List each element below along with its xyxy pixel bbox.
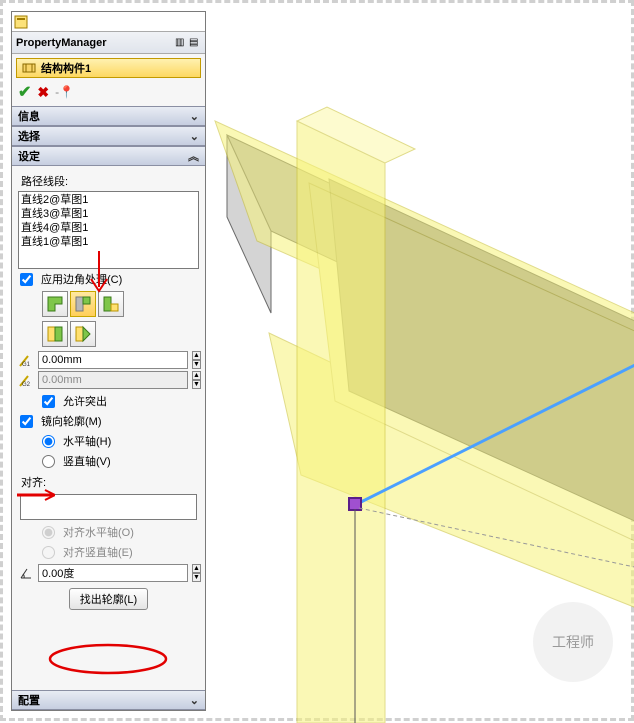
g2-icon: G2 bbox=[18, 372, 34, 388]
corner-btn-4[interactable] bbox=[42, 321, 68, 347]
svg-text:G1: G1 bbox=[22, 362, 31, 368]
apply-corner-checkbox[interactable] bbox=[20, 273, 33, 286]
chevron-up-icon: ︽ bbox=[188, 148, 199, 164]
ok-icon[interactable]: ✔ bbox=[18, 82, 31, 102]
section-settings-label: 设定 bbox=[18, 148, 40, 164]
watermark: 工程师 bbox=[533, 602, 613, 682]
g1-input[interactable] bbox=[38, 351, 188, 369]
section-info-label: 信息 bbox=[18, 108, 40, 124]
align-vertical-radio bbox=[42, 546, 55, 559]
align-horizontal-label: 对齐水平轴(O) bbox=[63, 524, 134, 540]
path-segments-list[interactable]: 直线2@草图1直线3@草图1直线4@草图1直线1@草图1 bbox=[18, 191, 199, 269]
path-segments-label: 路径线段: bbox=[18, 170, 199, 191]
weldment-icon bbox=[21, 60, 37, 76]
pm-header: PropertyManager ▥ ▤ bbox=[12, 32, 205, 54]
corner-btn-5[interactable] bbox=[70, 321, 96, 347]
angle-spinner[interactable]: ▲▼ bbox=[192, 564, 201, 582]
align-vertical-label: 对齐竖直轴(E) bbox=[63, 544, 133, 560]
chevron-down-icon: ⌄ bbox=[190, 694, 199, 707]
feature-name-bar: 结构构件1 bbox=[16, 58, 201, 78]
mirror-profile-row: 镜向轮廓(M) bbox=[18, 411, 199, 431]
section-settings[interactable]: 设定 ︽ bbox=[12, 146, 205, 166]
g1-spinner[interactable]: ▲▼ bbox=[192, 351, 201, 369]
feature-name: 结构构件1 bbox=[41, 60, 91, 76]
cancel-icon[interactable]: ✖ bbox=[37, 84, 49, 101]
g2-field-row: G2 ▲▼ bbox=[18, 371, 199, 389]
list-item[interactable]: 直线3@草图1 bbox=[21, 207, 196, 221]
list-item[interactable]: 直线1@草图1 bbox=[21, 235, 196, 249]
angle-field-row: ▲▼ bbox=[18, 564, 199, 582]
beam-yellow-1 bbox=[215, 121, 634, 609]
align-horizontal-radio bbox=[42, 526, 55, 539]
feature-actions: ✔ ✖ -📍 bbox=[12, 78, 205, 102]
section-config[interactable]: 配置 ⌄ bbox=[12, 690, 205, 710]
apply-corner-row: 应用边角处理(C) bbox=[18, 269, 199, 289]
g1-field-row: G1 ▲▼ bbox=[18, 351, 199, 369]
find-profile-button[interactable]: 找出轮廓(L) bbox=[69, 588, 148, 610]
section-select[interactable]: 选择 ⌄ bbox=[12, 126, 205, 146]
property-manager-panel: PropertyManager ▥ ▤ 结构构件1 ✔ ✖ -📍 信息 ⌄ 选择… bbox=[11, 11, 206, 711]
allow-protrude-checkbox[interactable] bbox=[42, 395, 55, 408]
g2-input bbox=[38, 371, 188, 389]
pm-header-buttons: ▥ ▤ bbox=[175, 37, 201, 49]
align-v-row: 对齐竖直轴(E) bbox=[40, 542, 199, 562]
corner-btn-2[interactable] bbox=[70, 291, 96, 317]
axis-vertical-radio[interactable] bbox=[42, 455, 55, 468]
axis-v-row: 竖直轴(V) bbox=[40, 451, 199, 471]
allow-protrude-row: 允许突出 bbox=[18, 391, 199, 411]
section-info[interactable]: 信息 ⌄ bbox=[12, 106, 205, 126]
align-h-row: 对齐水平轴(O) bbox=[40, 522, 199, 542]
pm-btn-2[interactable]: ▤ bbox=[189, 37, 201, 49]
panel-tabs bbox=[12, 12, 205, 32]
chevron-down-icon: ⌄ bbox=[190, 110, 199, 123]
list-item[interactable]: 直线2@草图1 bbox=[21, 193, 196, 207]
section-config-label: 配置 bbox=[18, 692, 40, 708]
apply-corner-label[interactable]: 应用边角处理(C) bbox=[41, 271, 122, 287]
svg-text:G2: G2 bbox=[22, 382, 31, 388]
pm-btn-1[interactable]: ▥ bbox=[175, 37, 187, 49]
axis-vertical-label[interactable]: 竖直轴(V) bbox=[63, 453, 111, 469]
align-selection-box[interactable] bbox=[20, 494, 197, 520]
pushpin-icon[interactable]: -📍 bbox=[55, 85, 74, 99]
axis-h-row: 水平轴(H) bbox=[40, 431, 199, 451]
angle-input[interactable] bbox=[38, 564, 188, 582]
tab-pm-icon[interactable] bbox=[14, 15, 28, 29]
axis-horizontal-radio[interactable] bbox=[42, 435, 55, 448]
angle-icon bbox=[18, 565, 34, 581]
chevron-down-icon: ⌄ bbox=[190, 130, 199, 143]
corner-btn-3[interactable] bbox=[98, 291, 124, 317]
g1-icon: G1 bbox=[18, 352, 34, 368]
axis-horizontal-label[interactable]: 水平轴(H) bbox=[63, 433, 111, 449]
allow-protrude-label[interactable]: 允许突出 bbox=[63, 393, 107, 409]
corner-treatment-row2 bbox=[18, 319, 199, 349]
mirror-profile-checkbox[interactable] bbox=[20, 415, 33, 428]
g2-spinner: ▲▼ bbox=[192, 371, 201, 389]
mirror-profile-label[interactable]: 镜向轮廓(M) bbox=[41, 413, 102, 429]
settings-body: 路径线段: 直线2@草图1直线3@草图1直线4@草图1直线1@草图1 应用边角处… bbox=[12, 166, 205, 618]
pm-title: PropertyManager bbox=[16, 37, 106, 49]
corner-treatment-row1 bbox=[18, 289, 199, 319]
list-item[interactable]: 直线4@草图1 bbox=[21, 221, 196, 235]
corner-btn-1[interactable] bbox=[42, 291, 68, 317]
section-select-label: 选择 bbox=[18, 128, 40, 144]
align-label: 对齐: bbox=[18, 471, 199, 492]
